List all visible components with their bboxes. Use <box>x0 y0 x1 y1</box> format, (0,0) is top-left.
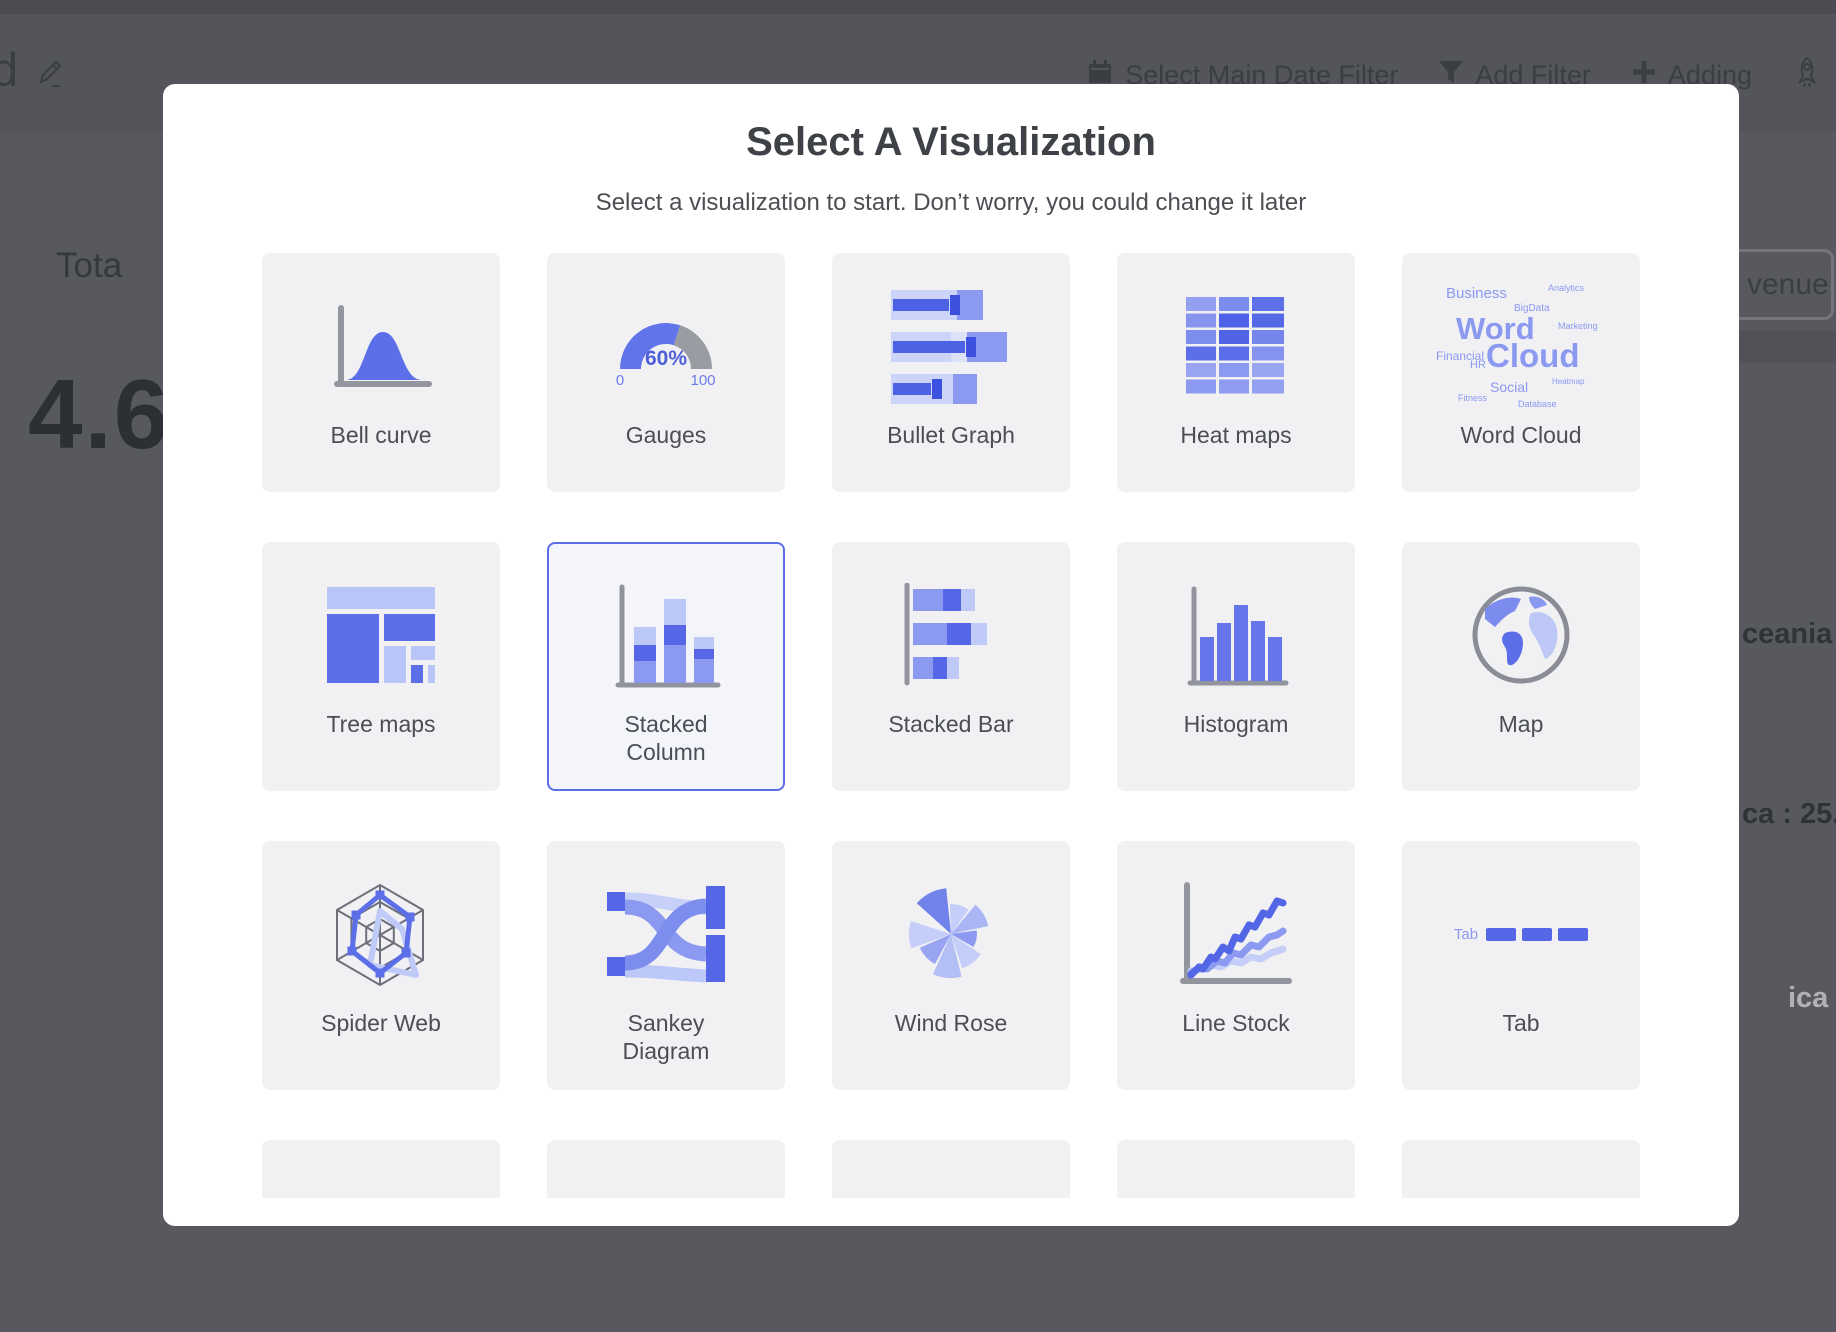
viz-card-label: Gauges <box>626 421 707 449</box>
legend-fragment-africa: ca : 25.95 <box>1742 798 1836 831</box>
viz-card-label: Stacked Bar <box>888 710 1013 738</box>
word-cloud-word: HR <box>1470 359 1486 371</box>
viz-card-label: Heat maps <box>1180 421 1291 449</box>
tab-rect <box>1522 928 1552 941</box>
venue-button-label: venue <box>1747 268 1829 302</box>
viz-card-tab[interactable]: Tab Tab <box>1402 841 1640 1090</box>
tab-icon-label: Tab <box>1454 926 1478 943</box>
word-cloud-word: Fitness <box>1458 393 1487 403</box>
stacked-bar-icon <box>899 560 1003 710</box>
modal-title: Select A Visualization <box>163 120 1739 165</box>
word-cloud-word: Analytics <box>1548 283 1584 293</box>
word-cloud-word: Social <box>1490 379 1528 395</box>
histogram-icon <box>1180 560 1292 710</box>
tab-rect <box>1558 928 1588 941</box>
viz-card-partial[interactable] <box>832 1140 1070 1198</box>
viz-card-label: Bell curve <box>331 421 432 449</box>
viz-card-label: Spider Web <box>321 1009 441 1037</box>
viz-card-wind-rose[interactable]: Wind Rose <box>832 841 1070 1090</box>
edit-pencil-icon[interactable] <box>36 58 66 95</box>
viz-card-histogram[interactable]: Histogram <box>1117 542 1355 791</box>
backdrop-top-strip <box>0 0 1836 14</box>
viz-card-label: Sankey Diagram <box>587 1009 745 1065</box>
stacked-column-icon <box>610 560 722 710</box>
rocket-icon <box>1792 56 1822 95</box>
viz-card-label: Histogram <box>1184 710 1289 738</box>
viz-card-partial[interactable] <box>1402 1140 1640 1198</box>
legend-fragment-america: ica <box>1788 982 1828 1015</box>
visualization-grid: Bell curve 60% 0 100 Gauges <box>262 253 1640 1198</box>
svg-text:100: 100 <box>690 372 715 389</box>
backdrop-stat-label-fragment: Tota <box>56 246 122 286</box>
word-cloud-word: Business <box>1446 285 1507 302</box>
svg-text:0: 0 <box>616 372 624 389</box>
viz-card-gauges[interactable]: 60% 0 100 Gauges <box>547 253 785 492</box>
globe-map-icon <box>1465 560 1577 710</box>
viz-card-bullet-graph[interactable]: Bullet Graph <box>832 253 1070 492</box>
viz-card-label: Tree maps <box>326 710 435 738</box>
viz-card-word-cloud[interactable]: Business Analytics BigData Word Marketin… <box>1402 253 1640 492</box>
word-cloud-word: Heatmap <box>1552 377 1584 386</box>
word-cloud-word: Marketing <box>1558 321 1598 331</box>
word-cloud-word: Cloud <box>1486 337 1579 375</box>
viz-card-label: Line Stock <box>1182 1009 1289 1037</box>
heat-map-icon <box>1186 271 1286 421</box>
svg-text:60%: 60% <box>645 347 687 370</box>
viz-card-partial[interactable] <box>1117 1140 1355 1198</box>
viz-card-label: Word Cloud <box>1460 421 1581 449</box>
tab-icon: Tab <box>1454 859 1588 1009</box>
viz-card-label: Stacked Column <box>587 710 745 766</box>
viz-card-label: Map <box>1499 710 1544 738</box>
viz-card-line-stock[interactable]: Line Stock <box>1117 841 1355 1090</box>
viz-card-partial[interactable] <box>262 1140 500 1198</box>
legend-fragment-oceania: ceania : 8 <box>1742 618 1836 651</box>
word-cloud-icon: Business Analytics BigData Word Marketin… <box>1430 271 1612 421</box>
viz-card-label: Bullet Graph <box>887 421 1015 449</box>
dashboard-title-fragment: d <box>0 42 18 97</box>
rocket-button[interactable] <box>1792 56 1822 95</box>
wind-rose-icon <box>896 859 1006 1009</box>
spider-web-icon <box>322 859 440 1009</box>
viz-card-stacked-bar[interactable]: Stacked Bar <box>832 542 1070 791</box>
gauge-icon: 60% 0 100 <box>604 271 728 421</box>
backdrop-stat-value-fragment: 4.6 <box>28 358 170 471</box>
viz-card-tree-maps[interactable]: Tree maps <box>262 542 500 791</box>
modal-subtitle: Select a visualization to start. Don’t w… <box>163 189 1739 217</box>
line-stock-icon <box>1177 859 1295 1009</box>
viz-card-sankey-diagram[interactable]: Sankey Diagram <box>547 841 785 1090</box>
word-cloud-word: Database <box>1518 399 1557 409</box>
viz-card-label: Wind Rose <box>895 1009 1007 1037</box>
select-visualization-modal: Select A Visualization Select a visualiz… <box>163 84 1739 1226</box>
viz-card-heat-maps[interactable]: Heat maps <box>1117 253 1355 492</box>
viz-card-label: Tab <box>1502 1009 1539 1037</box>
viz-card-bell-curve[interactable]: Bell curve <box>262 253 500 492</box>
viz-card-spider-web[interactable]: Spider Web <box>262 841 500 1090</box>
tree-map-icon <box>327 560 435 710</box>
bullet-graph-icon <box>891 271 1011 421</box>
bell-curve-icon <box>325 271 437 421</box>
sankey-diagram-icon <box>607 859 725 1009</box>
viz-card-stacked-column[interactable]: Stacked Column <box>547 542 785 791</box>
viz-card-map[interactable]: Map <box>1402 542 1640 791</box>
tab-rect <box>1486 928 1516 941</box>
viz-card-partial[interactable] <box>547 1140 785 1198</box>
